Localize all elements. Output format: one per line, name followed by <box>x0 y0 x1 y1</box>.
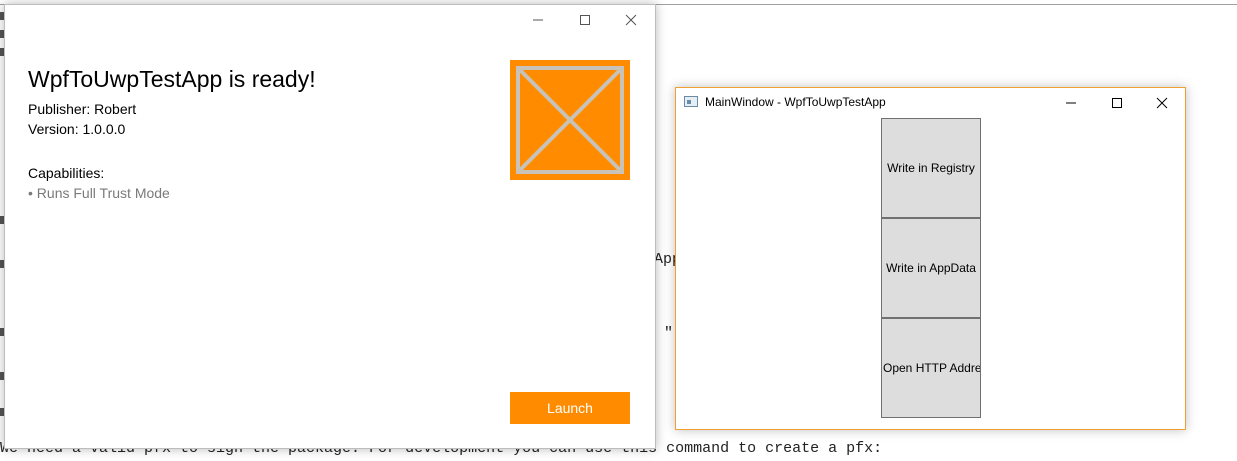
app-logo <box>510 60 630 180</box>
minimize-icon <box>533 19 543 21</box>
minimize-button[interactable] <box>515 5 561 35</box>
capabilities-label: Capabilities: <box>28 165 105 181</box>
close-icon <box>625 14 637 26</box>
capability-item: • Runs Full Trust Mode <box>28 185 170 201</box>
write-appdata-button[interactable]: Write in AppData <box>881 218 981 318</box>
minimize-icon <box>1066 102 1076 104</box>
main-window: MainWindow - WpfToUwpTestApp Write in Re… <box>675 87 1186 430</box>
maximize-button[interactable] <box>562 5 608 35</box>
close-button[interactable] <box>1139 88 1185 118</box>
background-text-fragment: " <box>664 325 674 342</box>
app-installer-window: WpfToUwpTestApp is ready! Publisher: Rob… <box>4 4 656 449</box>
window-title: MainWindow - WpfToUwpTestApp <box>705 95 886 109</box>
maximize-icon <box>580 15 590 25</box>
close-icon <box>1156 97 1168 109</box>
minimize-button[interactable] <box>1048 88 1094 118</box>
publisher-text: Publisher: Robert <box>28 101 137 117</box>
app-ready-title: WpfToUwpTestApp is ready! <box>28 66 316 92</box>
write-registry-button[interactable]: Write in Registry <box>881 118 981 218</box>
maximize-icon <box>1112 98 1122 108</box>
close-button[interactable] <box>608 5 654 35</box>
launch-button[interactable]: Launch <box>510 392 630 424</box>
maximize-button[interactable] <box>1094 88 1140 118</box>
app-logo-placeholder <box>516 66 624 174</box>
window-app-icon <box>684 96 698 107</box>
open-http-address-button[interactable]: Open HTTP Address <box>881 318 981 418</box>
version-text: Version: 1.0.0.0 <box>28 121 126 137</box>
